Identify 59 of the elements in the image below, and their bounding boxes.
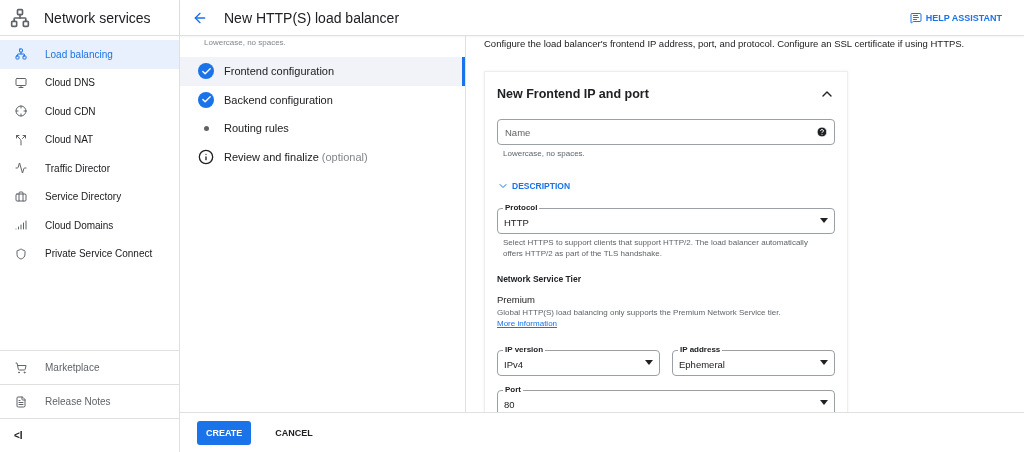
sidebar-item[interactable]: Cloud CDN — [0, 97, 179, 126]
cart-icon — [15, 361, 27, 374]
field-value: HTTP — [504, 215, 530, 228]
check-circle-icon — [198, 63, 214, 80]
help-icon — [816, 126, 828, 138]
help-assistant-button[interactable]: HELP ASSISTANT — [903, 10, 1008, 25]
name-input-field[interactable]: Name — [497, 119, 835, 145]
section-heading: Network Service Tier — [497, 273, 582, 284]
field-label: Port — [503, 384, 523, 394]
network-icon — [10, 7, 30, 28]
dropdown-caret-icon — [820, 360, 828, 366]
dropdown-caret-icon — [820, 400, 828, 406]
intro-text: Configure the load balancer's frontend IP address, port, and protocol. Configure an SSL certificate if using HTTPS. — [484, 38, 966, 49]
field-label: IP version — [503, 344, 546, 354]
stepper-step[interactable]: Frontend configuration — [180, 57, 465, 86]
tier-value: Premium — [497, 293, 536, 305]
product-title: Network services — [44, 9, 151, 26]
sidebar-item[interactable]: Cloud Domains — [0, 211, 179, 240]
stepper-step[interactable]: Routing rules — [180, 114, 465, 143]
shield-icon — [15, 247, 27, 260]
field-value: Ephemeral — [679, 357, 726, 370]
sidebar-item[interactable]: Cloud NAT — [0, 125, 179, 154]
briefcase-icon — [15, 190, 27, 203]
sidebar-footer-item[interactable]: Release Notes — [0, 384, 179, 418]
field-label: IP address — [678, 344, 723, 354]
hint-text: Lowercase, no spaces. — [502, 148, 586, 160]
info-icon — [198, 148, 214, 165]
check-circle-icon — [198, 91, 214, 108]
stepper-step[interactable]: Review and finalize (optional) — [180, 142, 465, 171]
dropdown-caret-icon — [820, 218, 828, 224]
create-button[interactable]: CREATE — [197, 420, 252, 445]
stepper-step[interactable]: Backend configuration — [180, 85, 465, 114]
collapse-button[interactable]: <I — [14, 430, 23, 441]
signal-icon — [15, 219, 27, 232]
more-information-link[interactable]: More information — [497, 319, 558, 329]
chat-icon — [909, 11, 922, 24]
field-value: IPv4 — [504, 357, 524, 370]
card-title: New Frontend IP and port — [497, 87, 649, 101]
crosshair-icon — [15, 105, 27, 118]
sidebar-item[interactable]: Load balancing — [0, 40, 179, 69]
sidebar-item[interactable]: Service Directory — [0, 182, 179, 211]
pulse-icon — [15, 162, 27, 175]
hint-text: Select HTTPS to support clients that support HTTP/2. The load balancer automatically offers HTTP/2 as part of the TLS handshake. — [502, 236, 809, 260]
dropdown-caret-icon — [645, 360, 653, 366]
field-value: 80 — [504, 397, 516, 410]
field-label: Protocol — [503, 202, 540, 212]
sidebar-item[interactable]: Private Service Connect — [0, 239, 179, 268]
tier-note: Global HTTP(S) load balancing only supports the Premium Network Service tier. More information — [497, 306, 782, 330]
cancel-button[interactable]: CANCEL — [269, 426, 319, 439]
sidebar-item[interactable]: Traffic Director — [0, 154, 179, 183]
sidebar-item[interactable]: Cloud DNS — [0, 68, 179, 97]
page-title: New HTTP(S) load balancer — [224, 9, 401, 26]
network-icon — [15, 48, 27, 61]
description-toggle[interactable]: DESCRIPTION — [497, 179, 835, 192]
sidebar-footer-item[interactable]: Marketplace — [0, 350, 179, 384]
monitor-icon — [15, 76, 27, 89]
split-icon — [15, 133, 27, 146]
document-icon — [15, 395, 27, 408]
hint-text: Lowercase, no spaces. — [203, 37, 287, 49]
